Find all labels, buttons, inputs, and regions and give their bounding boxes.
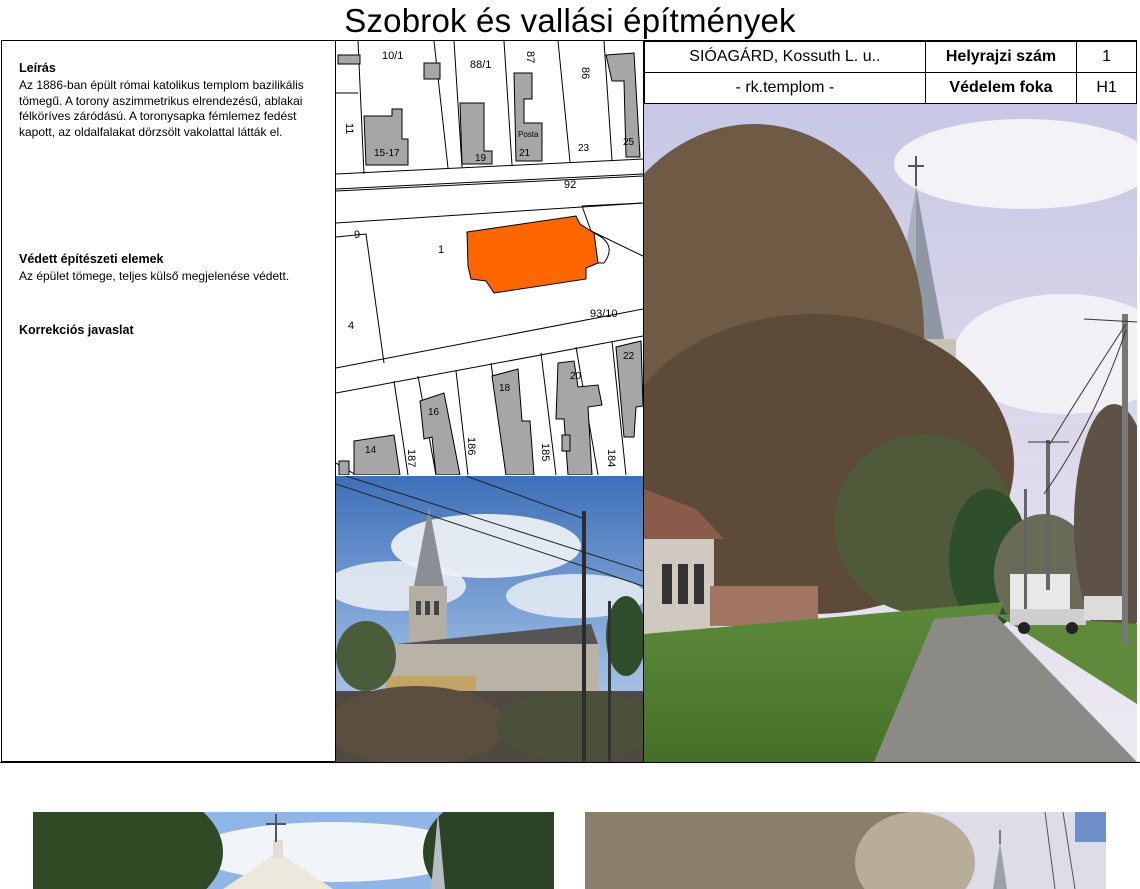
map-label: 16 xyxy=(428,407,440,418)
map-label: 185 xyxy=(539,443,551,461)
map-label: 25 xyxy=(623,137,635,148)
info-table: SIÓAGÁRD, Kossuth L. u.. Helyrajzi szám … xyxy=(644,41,1137,104)
map-label: 92 xyxy=(564,179,576,191)
map-label: 4 xyxy=(348,320,354,332)
map-label: 10/1 xyxy=(382,50,403,62)
address-cell: SIÓAGÁRD, Kossuth L. u.. xyxy=(644,41,926,73)
lot-value: 1 xyxy=(1076,41,1137,73)
map-label: 88/1 xyxy=(470,59,491,71)
page-title: Szobrok és vallási építmények xyxy=(344,2,796,39)
map-label: 184 xyxy=(605,449,617,467)
church-photo-main xyxy=(644,104,1137,762)
map-label: 93/10 xyxy=(590,308,618,320)
church-photo-small xyxy=(336,476,643,762)
map-label: Posta xyxy=(518,130,539,139)
map-label: 18 xyxy=(499,383,511,394)
description-heading: Leírás xyxy=(19,61,56,75)
map-label: 15-17 xyxy=(374,148,400,159)
map-label: 1 xyxy=(438,244,444,256)
map-label: 21 xyxy=(519,148,531,159)
cadastral-map: 10/1 88/1 87 86 11 15-17 19 Posta 21 23 … xyxy=(336,41,643,475)
church-footprint xyxy=(466,215,610,294)
map-label: 19 xyxy=(475,153,487,164)
building-name-cell: - rk.templom - xyxy=(644,72,926,104)
map-label: 11 xyxy=(343,123,355,134)
map-label: 23 xyxy=(578,143,590,154)
church-photo-bottom-right xyxy=(585,812,1106,889)
protection-label: Védelem foka xyxy=(924,72,1078,104)
map-label: 20 xyxy=(570,371,582,382)
lot-label: Helyrajzi szám xyxy=(924,41,1078,73)
section-divider xyxy=(0,762,1140,763)
map-label: 9 xyxy=(354,229,360,241)
church-photo-bottom-left xyxy=(33,812,554,889)
map-label: 186 xyxy=(465,437,477,455)
map-label: 22 xyxy=(623,351,635,362)
map-svg: 10/1 88/1 87 86 11 15-17 19 Posta 21 23 … xyxy=(336,41,643,475)
correction-heading: Korrekciós javaslat xyxy=(19,322,134,337)
map-label: 86 xyxy=(579,67,591,79)
description-panel: Leírás Az 1886-ban épült római katolikus… xyxy=(2,41,335,761)
protected-text: Az épület tömege, teljes külső megjelené… xyxy=(19,269,290,283)
map-label: 87 xyxy=(524,51,536,63)
description-text: Az 1886-ban épült római katolikus templo… xyxy=(19,78,304,139)
protection-value: H1 xyxy=(1076,72,1137,104)
protected-heading: Védett építészeti elemek xyxy=(19,252,164,266)
map-label: 14 xyxy=(365,445,377,456)
map-label: 187 xyxy=(405,449,417,467)
